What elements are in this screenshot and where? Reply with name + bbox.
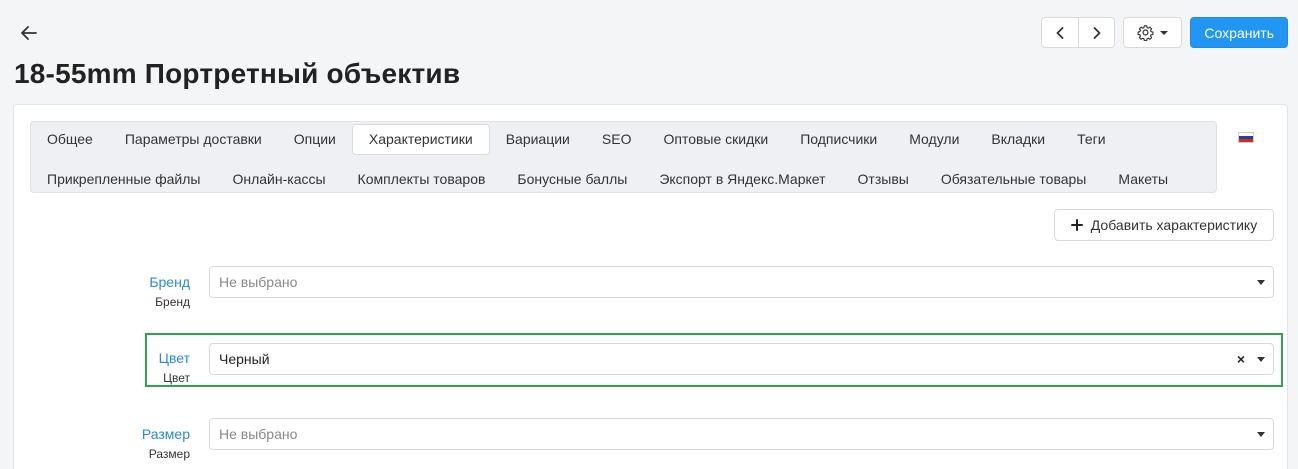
tab-layouts[interactable]: Макеты	[1102, 164, 1184, 195]
tab-tabs[interactable]: Вкладки	[975, 124, 1061, 155]
tab-addons[interactable]: Модули	[893, 124, 975, 155]
pager	[1041, 17, 1116, 48]
product-card: Общее Параметры доставки Опции Характери…	[13, 104, 1288, 469]
chevron-down-icon	[1257, 280, 1265, 285]
tab-yandex-export[interactable]: Экспорт в Яндекс.Маркет	[643, 164, 841, 195]
settings-dropdown-button[interactable]	[1123, 17, 1183, 48]
tab-general[interactable]: Общее	[31, 124, 109, 155]
gear-icon	[1137, 25, 1154, 41]
next-button[interactable]	[1078, 18, 1114, 47]
tab-online-cashboxes[interactable]: Онлайн-кассы	[216, 164, 341, 195]
brand-select[interactable]: Не выбрано	[209, 266, 1274, 298]
prev-button[interactable]	[1042, 18, 1078, 47]
tab-bonus-points[interactable]: Бонусные баллы	[501, 164, 643, 195]
feature-label[interactable]: Размер	[142, 426, 190, 442]
feature-label-block: Размер Размер	[142, 426, 190, 461]
select-value: Не выбрано	[219, 274, 298, 290]
tab-wholesale[interactable]: Оптовые скидки	[647, 124, 784, 155]
tab-seo[interactable]: SEO	[586, 124, 648, 155]
feature-sublabel: Размер	[148, 447, 190, 461]
tab-features[interactable]: Характеристики	[351, 124, 490, 155]
tabs-row-2: Прикрепленные файлы Онлайн-кассы Комплек…	[31, 164, 1184, 195]
chevron-left-icon	[1057, 26, 1064, 39]
feature-sublabel: Бренд	[155, 295, 190, 309]
page-title: 18-55mm Портретный объектив	[14, 58, 461, 89]
toolbar: Сохранить	[1041, 17, 1288, 48]
tabs-bar: Общее Параметры доставки Опции Характери…	[30, 121, 1217, 193]
tabs-row-1: Общее Параметры доставки Опции Характери…	[31, 124, 1122, 155]
feature-label-block: Бренд Бренд	[149, 274, 190, 309]
tab-attachments[interactable]: Прикрепленные файлы	[31, 164, 216, 195]
chevron-down-icon	[1160, 30, 1169, 35]
chevron-down-icon	[1257, 432, 1265, 437]
size-select[interactable]: Не выбрано	[209, 418, 1274, 450]
tab-subscribers[interactable]: Подписчики	[784, 124, 893, 155]
tab-shipping[interactable]: Параметры доставки	[109, 124, 278, 155]
page: Сохранить 18-55mm Портретный объектив Об…	[0, 0, 1298, 469]
select-value: Не выбрано	[219, 426, 298, 442]
tab-variations[interactable]: Вариации	[490, 124, 586, 155]
tab-reviews[interactable]: Отзывы	[842, 164, 925, 195]
tab-required-products[interactable]: Обязательные товары	[925, 164, 1103, 195]
tab-options[interactable]: Опции	[278, 124, 352, 155]
tab-tags[interactable]: Теги	[1061, 124, 1121, 155]
add-feature-label: Добавить характеристику	[1090, 217, 1258, 233]
add-feature-button[interactable]: Добавить характеристику	[1054, 209, 1274, 241]
chevron-right-icon	[1093, 26, 1101, 39]
plus-icon	[1070, 219, 1083, 231]
russia-flag-icon[interactable]	[1238, 132, 1254, 143]
feature-label[interactable]: Бренд	[149, 274, 190, 290]
tab-bundles[interactable]: Комплекты товаров	[342, 164, 502, 195]
back-button[interactable]	[16, 20, 42, 46]
save-button[interactable]: Сохранить	[1190, 17, 1288, 48]
arrow-left-icon	[21, 26, 37, 40]
highlight-box	[145, 333, 1283, 387]
